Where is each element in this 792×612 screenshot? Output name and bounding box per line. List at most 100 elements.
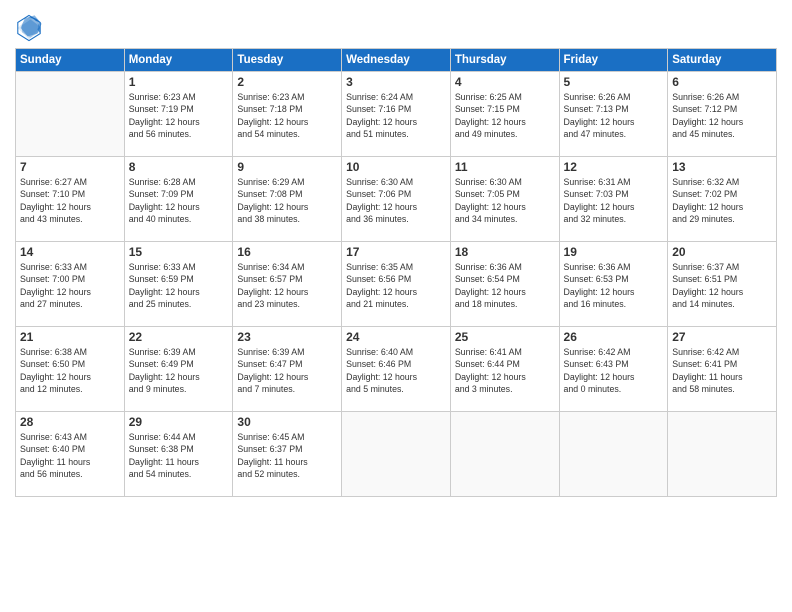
calendar-cell: 24 Sunrise: 6:40 AM Sunset: 6:46 PM Dayli… (342, 327, 451, 412)
calendar-cell: 12 Sunrise: 6:31 AM Sunset: 7:03 PM Dayli… (559, 157, 668, 242)
calendar-week-3: 21Sunrise: 6:38 AM Sunset: 6:50 PM Dayli… (16, 327, 777, 412)
day-number: 21 (20, 330, 120, 344)
calendar-cell (16, 72, 125, 157)
calendar-cell (559, 412, 668, 497)
day-number: 5 (564, 75, 664, 89)
calendar-cell: 25 Sunrise: 6:41 AM Sunset: 6:44 PM Dayli… (450, 327, 559, 412)
day-number: 13 (672, 160, 772, 174)
day-number: 8 (129, 160, 229, 174)
calendar-cell: 22 Sunrise: 6:39 AM Sunset: 6:49 PM Dayli… (124, 327, 233, 412)
calendar-cell: 6 Sunrise: 6:26 AM Sunset: 7:12 PM Daylig… (668, 72, 777, 157)
calendar-cell: 9 Sunrise: 6:29 AM Sunset: 7:08 PM Daylig… (233, 157, 342, 242)
calendar-header-sunday: Sunday (16, 49, 125, 72)
calendar-cell: 21Sunrise: 6:38 AM Sunset: 6:50 PM Dayli… (16, 327, 125, 412)
calendar-cell (668, 412, 777, 497)
day-info: Sunrise: 6:28 AM Sunset: 7:09 PM Dayligh… (129, 176, 229, 225)
calendar-cell: 8 Sunrise: 6:28 AM Sunset: 7:09 PM Daylig… (124, 157, 233, 242)
calendar-cell: 17Sunrise: 6:35 AM Sunset: 6:56 PM Dayli… (342, 242, 451, 327)
calendar-cell: 1 Sunrise: 6:23 AM Sunset: 7:19 PM Daylig… (124, 72, 233, 157)
day-info: Sunrise: 6:40 AM Sunset: 6:46 PM Dayligh… (346, 346, 446, 395)
day-number: 26 (564, 330, 664, 344)
calendar-cell: 10 Sunrise: 6:30 AM Sunset: 7:06 PM Dayli… (342, 157, 451, 242)
day-number: 29 (129, 415, 229, 429)
calendar-cell: 20 Sunrise: 6:37 AM Sunset: 6:51 PM Dayli… (668, 242, 777, 327)
calendar-cell: 2 Sunrise: 6:23 AM Sunset: 7:18 PM Daylig… (233, 72, 342, 157)
calendar-cell: 14 Sunrise: 6:33 AM Sunset: 7:00 PM Dayli… (16, 242, 125, 327)
day-info: Sunrise: 6:39 AM Sunset: 6:49 PM Dayligh… (129, 346, 229, 395)
calendar-cell: 29Sunrise: 6:44 AM Sunset: 6:38 PM Dayli… (124, 412, 233, 497)
day-number: 9 (237, 160, 337, 174)
day-number: 20 (672, 245, 772, 259)
day-number: 16 (237, 245, 337, 259)
day-info: Sunrise: 6:24 AM Sunset: 7:16 PM Dayligh… (346, 91, 446, 140)
day-number: 30 (237, 415, 337, 429)
calendar-table: SundayMondayTuesdayWednesdayThursdayFrid… (15, 48, 777, 497)
calendar-cell: 23Sunrise: 6:39 AM Sunset: 6:47 PM Dayli… (233, 327, 342, 412)
day-number: 22 (129, 330, 229, 344)
calendar-cell (450, 412, 559, 497)
day-info: Sunrise: 6:30 AM Sunset: 7:06 PM Dayligh… (346, 176, 446, 225)
calendar-cell: 28Sunrise: 6:43 AM Sunset: 6:40 PM Dayli… (16, 412, 125, 497)
calendar-cell: 27 Sunrise: 6:42 AM Sunset: 6:41 PM Dayli… (668, 327, 777, 412)
day-number: 24 (346, 330, 446, 344)
calendar-cell: 3 Sunrise: 6:24 AM Sunset: 7:16 PM Daylig… (342, 72, 451, 157)
calendar-header-wednesday: Wednesday (342, 49, 451, 72)
day-number: 25 (455, 330, 555, 344)
day-info: Sunrise: 6:31 AM Sunset: 7:03 PM Dayligh… (564, 176, 664, 225)
calendar-cell: 30 Sunrise: 6:45 AM Sunset: 6:37 PM Dayli… (233, 412, 342, 497)
calendar-header-monday: Monday (124, 49, 233, 72)
calendar-week-0: 1 Sunrise: 6:23 AM Sunset: 7:19 PM Daylig… (16, 72, 777, 157)
day-info: Sunrise: 6:41 AM Sunset: 6:44 PM Dayligh… (455, 346, 555, 395)
day-info: Sunrise: 6:30 AM Sunset: 7:05 PM Dayligh… (455, 176, 555, 225)
day-info: Sunrise: 6:35 AM Sunset: 6:56 PM Dayligh… (346, 261, 446, 310)
calendar-week-1: 7 Sunrise: 6:27 AM Sunset: 7:10 PM Daylig… (16, 157, 777, 242)
calendar-cell: 19Sunrise: 6:36 AM Sunset: 6:53 PM Dayli… (559, 242, 668, 327)
day-number: 7 (20, 160, 120, 174)
calendar-header-row: SundayMondayTuesdayWednesdayThursdayFrid… (16, 49, 777, 72)
day-number: 14 (20, 245, 120, 259)
day-number: 3 (346, 75, 446, 89)
calendar-header-tuesday: Tuesday (233, 49, 342, 72)
calendar-week-4: 28Sunrise: 6:43 AM Sunset: 6:40 PM Dayli… (16, 412, 777, 497)
calendar-cell: 18Sunrise: 6:36 AM Sunset: 6:54 PM Dayli… (450, 242, 559, 327)
calendar-header-friday: Friday (559, 49, 668, 72)
calendar-header-saturday: Saturday (668, 49, 777, 72)
calendar-cell: 5 Sunrise: 6:26 AM Sunset: 7:13 PM Daylig… (559, 72, 668, 157)
day-info: Sunrise: 6:42 AM Sunset: 6:41 PM Dayligh… (672, 346, 772, 395)
day-info: Sunrise: 6:27 AM Sunset: 7:10 PM Dayligh… (20, 176, 120, 225)
page: SundayMondayTuesdayWednesdayThursdayFrid… (0, 0, 792, 612)
day-number: 27 (672, 330, 772, 344)
day-info: Sunrise: 6:36 AM Sunset: 6:53 PM Dayligh… (564, 261, 664, 310)
day-info: Sunrise: 6:23 AM Sunset: 7:19 PM Dayligh… (129, 91, 229, 140)
calendar-cell: 13 Sunrise: 6:32 AM Sunset: 7:02 PM Dayli… (668, 157, 777, 242)
day-info: Sunrise: 6:39 AM Sunset: 6:47 PM Dayligh… (237, 346, 337, 395)
day-info: Sunrise: 6:23 AM Sunset: 7:18 PM Dayligh… (237, 91, 337, 140)
day-info: Sunrise: 6:45 AM Sunset: 6:37 PM Dayligh… (237, 431, 337, 480)
day-number: 2 (237, 75, 337, 89)
day-number: 15 (129, 245, 229, 259)
day-number: 18 (455, 245, 555, 259)
day-info: Sunrise: 6:43 AM Sunset: 6:40 PM Dayligh… (20, 431, 120, 480)
day-info: Sunrise: 6:32 AM Sunset: 7:02 PM Dayligh… (672, 176, 772, 225)
day-number: 12 (564, 160, 664, 174)
day-info: Sunrise: 6:37 AM Sunset: 6:51 PM Dayligh… (672, 261, 772, 310)
logo (15, 14, 45, 42)
day-info: Sunrise: 6:26 AM Sunset: 7:13 PM Dayligh… (564, 91, 664, 140)
calendar-cell: 16 Sunrise: 6:34 AM Sunset: 6:57 PM Dayli… (233, 242, 342, 327)
calendar-cell: 7 Sunrise: 6:27 AM Sunset: 7:10 PM Daylig… (16, 157, 125, 242)
day-number: 1 (129, 75, 229, 89)
header (15, 10, 777, 42)
calendar-cell: 4Sunrise: 6:25 AM Sunset: 7:15 PM Daylig… (450, 72, 559, 157)
day-info: Sunrise: 6:25 AM Sunset: 7:15 PM Dayligh… (455, 91, 555, 140)
day-info: Sunrise: 6:33 AM Sunset: 7:00 PM Dayligh… (20, 261, 120, 310)
day-number: 10 (346, 160, 446, 174)
day-info: Sunrise: 6:26 AM Sunset: 7:12 PM Dayligh… (672, 91, 772, 140)
calendar-header-thursday: Thursday (450, 49, 559, 72)
day-info: Sunrise: 6:33 AM Sunset: 6:59 PM Dayligh… (129, 261, 229, 310)
calendar-cell: 26Sunrise: 6:42 AM Sunset: 6:43 PM Dayli… (559, 327, 668, 412)
day-info: Sunrise: 6:29 AM Sunset: 7:08 PM Dayligh… (237, 176, 337, 225)
day-info: Sunrise: 6:34 AM Sunset: 6:57 PM Dayligh… (237, 261, 337, 310)
calendar-cell: 11Sunrise: 6:30 AM Sunset: 7:05 PM Dayli… (450, 157, 559, 242)
day-number: 6 (672, 75, 772, 89)
calendar-cell: 15 Sunrise: 6:33 AM Sunset: 6:59 PM Dayli… (124, 242, 233, 327)
